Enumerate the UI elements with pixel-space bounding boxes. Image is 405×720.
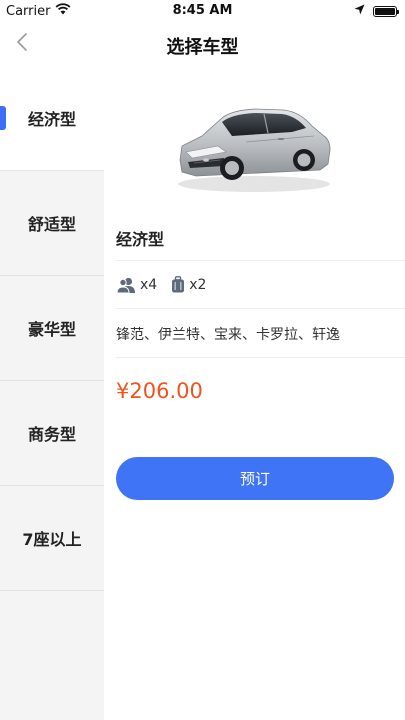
price-label: ¥206.00	[116, 379, 203, 403]
sidebar-item-seven-seats[interactable]: 7座以上	[0, 486, 104, 591]
sidebar-item-label: 舒适型	[27, 215, 76, 234]
example-models: 锋范、伊兰特、宝来、卡罗拉、轩逸	[116, 327, 340, 343]
divider	[116, 357, 405, 358]
divider	[116, 308, 405, 309]
sidebar-item-comfort[interactable]: 舒适型	[0, 171, 104, 276]
sidebar-item-luxury[interactable]: 豪华型	[0, 276, 104, 381]
car-image	[178, 108, 331, 192]
location-arrow-icon	[354, 4, 365, 19]
nav-bar: 选择车型	[0, 22, 405, 66]
sidebar-item-label: 经济型	[27, 110, 76, 129]
status-bar: Carrier 8:45 AM	[0, 0, 405, 22]
page-title: 选择车型	[166, 37, 239, 58]
sidebar-item-label: 豪华型	[27, 320, 76, 339]
passenger-count: x4	[140, 277, 158, 293]
status-right-group	[354, 4, 399, 19]
sidebar-item-label: 商务型	[27, 425, 76, 444]
category-sidebar: 经济型 舒适型 豪华型 商务型 7座以上	[0, 66, 104, 720]
luggage-count: x2	[189, 277, 207, 293]
divider	[116, 260, 405, 261]
status-time: 8:45 AM	[172, 3, 233, 18]
luggage-icon	[171, 276, 185, 294]
car-class-name: 经济型	[116, 230, 165, 249]
sidebar-item-economy[interactable]: 经济型	[0, 66, 104, 171]
book-button[interactable]: 预订	[116, 457, 394, 500]
battery-icon	[373, 6, 399, 17]
active-indicator	[0, 106, 6, 130]
sidebar-item-business[interactable]: 商务型	[0, 381, 104, 486]
sidebar-item-label: 7座以上	[22, 530, 82, 549]
passengers-icon	[116, 277, 136, 293]
capacity-row: x4 x2	[116, 276, 206, 294]
car-detail-panel: 经济型 x4 x2 锋范、伊兰特、宝来、卡罗拉、轩逸 ¥206.00 预订	[104, 66, 405, 720]
